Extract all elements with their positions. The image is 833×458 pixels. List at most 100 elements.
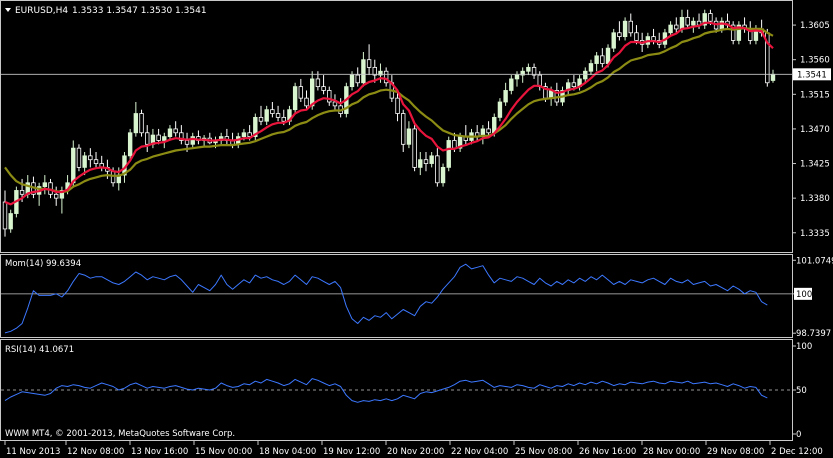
x-tick-label: 12 Nov 08:00 bbox=[67, 447, 124, 457]
candle-body bbox=[321, 86, 326, 91]
candle-body bbox=[184, 140, 190, 145]
candle-body bbox=[88, 155, 93, 161]
x-tick-label: 19 Nov 12:00 bbox=[323, 447, 380, 457]
candle-body bbox=[309, 78, 315, 107]
candle-body bbox=[264, 109, 269, 122]
rsi-label: RSI(14) 41.0671 bbox=[5, 345, 74, 355]
momentum-panel: 101.0749 100 98.7397 bbox=[1, 256, 833, 339]
candle-body bbox=[429, 155, 434, 164]
candle-body bbox=[42, 182, 48, 188]
candle-body bbox=[611, 32, 616, 49]
candle-body bbox=[509, 78, 514, 91]
y-tick-label: 1.3605 bbox=[800, 21, 830, 31]
rsi-tick-label: 100 bbox=[796, 342, 812, 352]
momentum-tick-label: 100 bbox=[796, 290, 812, 300]
rsi-panel: 100 50 0 bbox=[1, 342, 812, 440]
candle-body bbox=[173, 128, 178, 134]
candle-body bbox=[691, 20, 696, 26]
x-tick-label: 26 Nov 16:00 bbox=[579, 447, 636, 457]
candle-body bbox=[583, 70, 588, 80]
y-tick-label: 1.3335 bbox=[800, 229, 830, 239]
candle-body bbox=[304, 97, 309, 107]
dropdown-triangle-icon[interactable] bbox=[5, 8, 11, 12]
candle-body bbox=[292, 86, 298, 111]
candle-body bbox=[355, 74, 360, 84]
candle-body bbox=[651, 36, 656, 41]
x-tick-label: 13 Nov 16:00 bbox=[131, 447, 188, 457]
candle-body bbox=[361, 59, 366, 84]
momentum-line bbox=[4, 263, 768, 334]
candle-body bbox=[190, 136, 195, 145]
candle-body bbox=[446, 140, 451, 168]
candle-body bbox=[156, 134, 161, 141]
candle-body bbox=[127, 132, 133, 157]
candle-body bbox=[332, 101, 338, 107]
candle-body bbox=[270, 109, 275, 114]
candle-body bbox=[594, 55, 599, 64]
candle-body bbox=[503, 90, 508, 103]
candle-body bbox=[605, 47, 611, 64]
candle-body bbox=[82, 155, 87, 168]
x-tick-label: 18 Nov 04:00 bbox=[259, 447, 316, 457]
momentum-tick-label: 98.7397 bbox=[796, 329, 831, 339]
price-panel: 1.3605 1.3560 1.3515 1.3470 1.3425 1.3380 1.33… bbox=[1, 9, 831, 239]
time-axis: 11 Nov 2013 12 Nov 08:00 13 Nov 16:00 15 No… bbox=[4, 441, 823, 457]
y-tick-label: 1.3515 bbox=[800, 90, 830, 100]
candle-body bbox=[19, 190, 25, 195]
momentum-panel-frame bbox=[0, 254, 793, 338]
candle-body bbox=[679, 16, 685, 30]
candle-body bbox=[435, 155, 440, 184]
x-tick-label: 22 Nov 04:00 bbox=[451, 447, 508, 457]
candle-body bbox=[71, 147, 76, 184]
momentum-tick-label: 101.0749 bbox=[796, 256, 833, 266]
candle-body bbox=[668, 24, 673, 34]
x-tick-label: 20 Nov 20:00 bbox=[387, 447, 444, 457]
candle-body bbox=[685, 16, 690, 26]
current-price-label: 1.3541 bbox=[797, 70, 827, 80]
candle-body bbox=[600, 55, 605, 64]
y-tick-label: 1.3470 bbox=[800, 125, 830, 135]
candle-body bbox=[526, 66, 531, 72]
x-tick-label: 25 Nov 08:00 bbox=[515, 447, 572, 457]
trading-chart[interactable]: 1.3605 1.3560 1.3515 1.3470 1.3425 1.3380 1.33… bbox=[0, 0, 833, 458]
rsi-tick-label: 50 bbox=[796, 386, 807, 396]
y-tick-label: 1.3380 bbox=[800, 194, 830, 204]
x-tick-label: 11 Nov 2013 bbox=[6, 447, 60, 457]
candle-body bbox=[452, 140, 457, 149]
candle-body bbox=[412, 128, 417, 168]
momentum-label: Mom(14) 99.6394 bbox=[5, 259, 81, 269]
candle-body bbox=[440, 166, 446, 184]
candle-body bbox=[497, 101, 503, 118]
candle-body bbox=[628, 20, 633, 34]
candle-body bbox=[622, 20, 628, 38]
candle-body bbox=[423, 159, 429, 164]
symbol-label: EURUSD,H4 bbox=[15, 6, 68, 16]
candle-body bbox=[406, 128, 412, 145]
candle-body bbox=[395, 97, 400, 114]
candle-body bbox=[770, 73, 776, 81]
candle-body bbox=[571, 82, 577, 88]
candle-body bbox=[634, 32, 639, 41]
candle-body bbox=[588, 63, 594, 72]
candle-body bbox=[617, 32, 622, 38]
y-tick-label: 1.3560 bbox=[800, 56, 830, 66]
candle-body bbox=[275, 113, 281, 118]
candle-body bbox=[162, 136, 167, 141]
candle-body bbox=[674, 24, 679, 30]
candle-body bbox=[76, 147, 82, 168]
main-panel-frame bbox=[0, 0, 793, 253]
candle-body bbox=[514, 74, 520, 80]
candle-body bbox=[167, 128, 173, 138]
x-tick-label: 28 Nov 00:00 bbox=[643, 447, 700, 457]
candle-body bbox=[241, 132, 247, 138]
x-tick-label: 29 Nov 08:00 bbox=[707, 447, 764, 457]
candle-body bbox=[366, 59, 372, 68]
candle-body bbox=[258, 116, 264, 122]
candle-body bbox=[401, 113, 406, 145]
rsi-tick-label: 0 bbox=[796, 430, 801, 440]
candle-body bbox=[54, 193, 59, 199]
candle-body bbox=[486, 128, 491, 134]
candle-body bbox=[281, 116, 286, 122]
candle-body bbox=[298, 86, 304, 99]
candle-body bbox=[133, 113, 139, 134]
